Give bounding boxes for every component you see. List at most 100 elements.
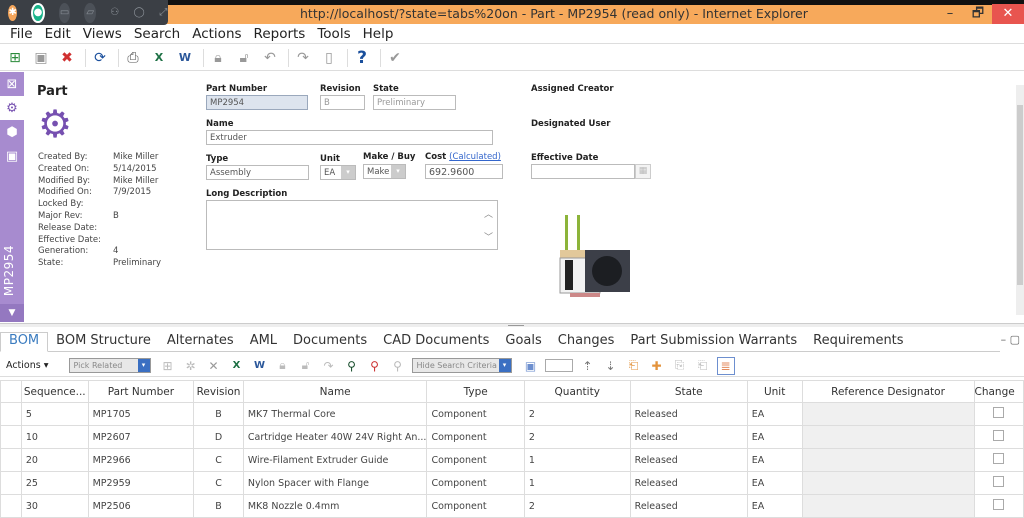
table-row[interactable]: 30 MP2506 B MK8 Nozzle 0.4mm Component 2…: [0, 494, 1024, 518]
screen-share-icon[interactable]: ▭: [58, 2, 71, 23]
help-icon[interactable]: ?: [351, 47, 373, 69]
column-header-sequence[interactable]: Sequence...: [20, 380, 89, 403]
cell-quantity[interactable]: 2: [523, 494, 631, 518]
camera-icon[interactable]: ▱: [84, 2, 97, 23]
type-field[interactable]: Assembly: [206, 165, 309, 180]
cell-change[interactable]: [973, 448, 1024, 472]
close-button[interactable]: ✕: [992, 4, 1024, 24]
column-header-part-number[interactable]: Part Number: [87, 380, 195, 403]
image-icon[interactable]: ▣: [0, 144, 24, 168]
column-header-type[interactable]: Type: [426, 380, 525, 403]
cost-field[interactable]: 692.9600: [425, 164, 503, 179]
tab-aml[interactable]: AML: [242, 333, 285, 351]
cell-change[interactable]: [973, 402, 1024, 426]
change-checkbox[interactable]: [993, 407, 1005, 418]
tab-documents[interactable]: Documents: [285, 333, 375, 351]
paste-icon[interactable]: ⎗: [694, 357, 712, 375]
long-description-field[interactable]: ︿ ﹀: [206, 200, 498, 250]
table-row[interactable]: 5 MP1705 B MK7 Thermal Core Component 2 …: [0, 402, 1024, 426]
pane-splitter[interactable]: [0, 323, 1024, 327]
sort-ascending-icon[interactable]: ⇡: [579, 357, 597, 375]
delete-icon[interactable]: ✖: [56, 47, 78, 69]
chat-icon[interactable]: ◯: [133, 5, 144, 21]
cell-reference-designator[interactable]: [801, 425, 975, 449]
change-checkbox[interactable]: [993, 499, 1005, 510]
page-size-field[interactable]: [544, 359, 573, 372]
change-checkbox[interactable]: [993, 453, 1005, 464]
participants-icon[interactable]: ⚇: [110, 5, 119, 21]
tab-bom[interactable]: BOM: [0, 332, 49, 352]
print-icon[interactable]: ⎙: [122, 47, 144, 69]
fullscreen-icon[interactable]: ⊠: [0, 72, 24, 96]
chevron-down-icon[interactable]: ▼: [0, 304, 24, 322]
microphone-icon[interactable]: ●: [31, 2, 45, 23]
new-icon[interactable]: ⊞: [4, 47, 26, 69]
find-icon[interactable]: ⎗: [625, 357, 643, 375]
table-row[interactable]: 10 MP2607 D Cartridge Heater 40W 24V Rig…: [0, 425, 1024, 449]
revision-field[interactable]: B: [320, 95, 365, 110]
row-selector[interactable]: [0, 494, 22, 518]
actions-dropdown[interactable]: Actions ▾: [6, 360, 49, 371]
add-row-icon[interactable]: ⊞: [159, 357, 177, 375]
column-header-unit[interactable]: Unit: [746, 380, 803, 403]
save-icon[interactable]: ▣: [30, 47, 52, 69]
select-all-icon[interactable]: ▣: [522, 357, 540, 375]
cell-quantity[interactable]: 1: [523, 471, 631, 495]
effective-date-field[interactable]: [531, 164, 635, 179]
scroll-down-icon[interactable]: ﹀: [484, 230, 493, 243]
row-selector[interactable]: [0, 402, 22, 426]
column-header-revision[interactable]: Revision: [193, 380, 244, 403]
column-header-state[interactable]: State: [629, 380, 748, 403]
row-selector[interactable]: [0, 448, 22, 472]
properties-gear-icon[interactable]: ⚙: [0, 96, 24, 120]
word-icon[interactable]: W: [251, 357, 269, 375]
unit-select[interactable]: EA ▾: [320, 165, 356, 180]
cell-quantity[interactable]: 2: [523, 402, 631, 426]
cell-quantity[interactable]: 1: [523, 448, 631, 472]
tab-alternates[interactable]: Alternates: [159, 333, 242, 351]
undo-icon[interactable]: ↶: [259, 47, 281, 69]
search-disabled-icon[interactable]: ⚲: [389, 357, 407, 375]
done-icon[interactable]: ✔: [384, 47, 406, 69]
scroll-thumb[interactable]: [1017, 105, 1023, 285]
replace-icon[interactable]: ✲: [182, 357, 200, 375]
word-icon[interactable]: W: [174, 47, 196, 69]
menu-help[interactable]: Help: [359, 26, 402, 42]
make-buy-select[interactable]: Make ▾: [363, 164, 406, 179]
cell-reference-designator[interactable]: [801, 448, 975, 472]
row-selector[interactable]: [0, 471, 22, 495]
cell-quantity[interactable]: 2: [523, 425, 631, 449]
tab-requirements[interactable]: Requirements: [805, 333, 911, 351]
cell-reference-designator[interactable]: [801, 402, 975, 426]
cell-reference-designator[interactable]: [801, 471, 975, 495]
logo-icon[interactable]: ✱: [8, 4, 18, 21]
promote-icon[interactable]: ↷: [320, 357, 338, 375]
menu-actions[interactable]: Actions: [188, 26, 249, 42]
tab-cad-documents[interactable]: CAD Documents: [375, 333, 497, 351]
column-header-name[interactable]: Name: [242, 380, 428, 403]
3d-cube-icon[interactable]: ⬢: [0, 120, 24, 144]
copy-icon[interactable]: ⎘: [671, 357, 689, 375]
minimize-pane-icon[interactable]: – ▢: [1001, 333, 1020, 346]
menu-views[interactable]: Views: [79, 26, 130, 42]
clear-search-icon[interactable]: ⚲: [366, 357, 384, 375]
unlock-icon[interactable]: 🔓︎: [233, 47, 255, 69]
cell-change[interactable]: [973, 425, 1024, 449]
menu-tools[interactable]: Tools: [313, 26, 358, 42]
unlock-icon[interactable]: 🔓︎: [297, 357, 315, 375]
column-header-reference-designator[interactable]: Reference Designator: [801, 380, 975, 403]
lock-icon[interactable]: 🔒︎: [207, 47, 229, 69]
column-header-change[interactable]: Change: [973, 380, 1024, 403]
state-field[interactable]: Preliminary: [373, 95, 456, 110]
refresh-icon[interactable]: ⟳: [89, 47, 111, 69]
cell-change[interactable]: [973, 471, 1024, 495]
splitter-grip[interactable]: [508, 325, 524, 326]
form-scrollbar[interactable]: [1016, 85, 1024, 315]
restore-button[interactable]: 🗗: [964, 4, 992, 24]
tab-bom-structure[interactable]: BOM Structure: [48, 333, 159, 351]
remove-icon[interactable]: ✕: [205, 357, 223, 375]
part-number-field[interactable]: MP2954: [206, 95, 308, 110]
cell-reference-designator[interactable]: [801, 494, 975, 518]
menu-file[interactable]: File: [6, 26, 41, 42]
minimize-button[interactable]: –: [936, 4, 964, 24]
